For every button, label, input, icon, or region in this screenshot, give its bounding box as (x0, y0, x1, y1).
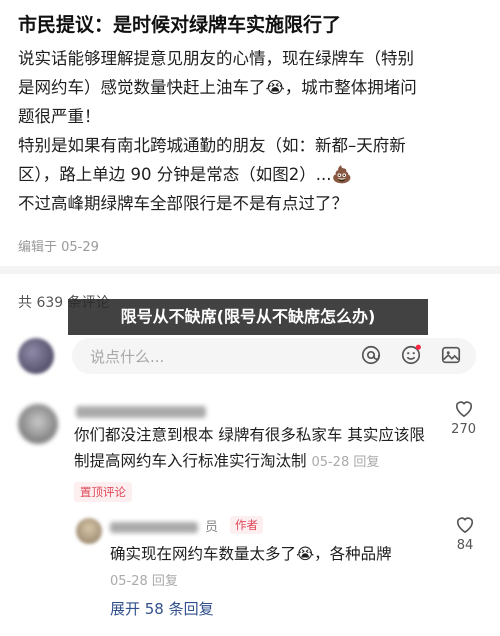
comment-input[interactable]: 说点什么... (72, 338, 476, 374)
overlay-banner: 限号从不缺席(限号从不缺席怎么办) (68, 299, 428, 335)
emoji-icon[interactable] (400, 344, 422, 366)
avatar[interactable] (18, 404, 58, 444)
expand-replies-link[interactable]: 展开 58 条回复 (110, 598, 214, 619)
comment-placeholder: 说点什么... (90, 348, 165, 366)
post-title: 市民提议：是时候对绿牌车实施限行了 (18, 14, 342, 36)
like-button[interactable]: 270 (451, 398, 476, 437)
avatar[interactable] (18, 338, 54, 374)
heart-icon (456, 517, 474, 534)
reply-author-blurred[interactable] (110, 522, 198, 533)
post-line: 是网约车）感觉数量快赶上油车了😭，城市整体拥堵问 (18, 78, 417, 97)
edited-date: 编辑于 05-29 (18, 240, 99, 255)
author-badge: 作者 (230, 516, 263, 534)
like-count: 270 (451, 422, 476, 437)
reply-date[interactable]: 05-28 回复 (110, 570, 178, 589)
post-line: 区），路上单边 90 分钟是常态（如图2）...💩 (18, 165, 353, 184)
post-line: 题很严重！ (18, 107, 101, 126)
section-divider (0, 266, 500, 274)
post-body: 说实话能够理解提意见朋友的心情，现在绿牌车（特别 是网约车）感觉数量快赶上油车了… (18, 44, 488, 218)
commenter-name-blurred[interactable] (76, 406, 206, 418)
at-icon[interactable] (360, 344, 382, 366)
comment-date[interactable]: 05-28 回复 (311, 455, 379, 470)
comment-text: 你们都没注意到根本 绿牌有很多私家车 其实应该限制提高网约车入行标准实行淘汰制 … (74, 422, 434, 476)
post-line: 特别是如果有南北跨城通勤的朋友（如：新都–天府新 (18, 136, 406, 155)
pinned-badge: 置顶评论 (74, 482, 132, 502)
post-line: 不过高峰期绿牌车全部限行是不是有点过了？ (18, 194, 348, 213)
like-count: 84 (456, 538, 474, 553)
reply-text: 确实现在网约车数量太多了😭，各种品牌 (110, 545, 392, 563)
image-icon[interactable] (440, 344, 462, 366)
comment-input-row: 说点什么... (10, 336, 490, 376)
reply-author-suffix: 员 (205, 520, 219, 535)
like-button[interactable]: 84 (454, 514, 476, 553)
post-line: 说实话能够理解提意见朋友的心情，现在绿牌车（特别 (18, 49, 414, 68)
heart-icon (455, 401, 472, 418)
avatar[interactable] (76, 518, 102, 544)
